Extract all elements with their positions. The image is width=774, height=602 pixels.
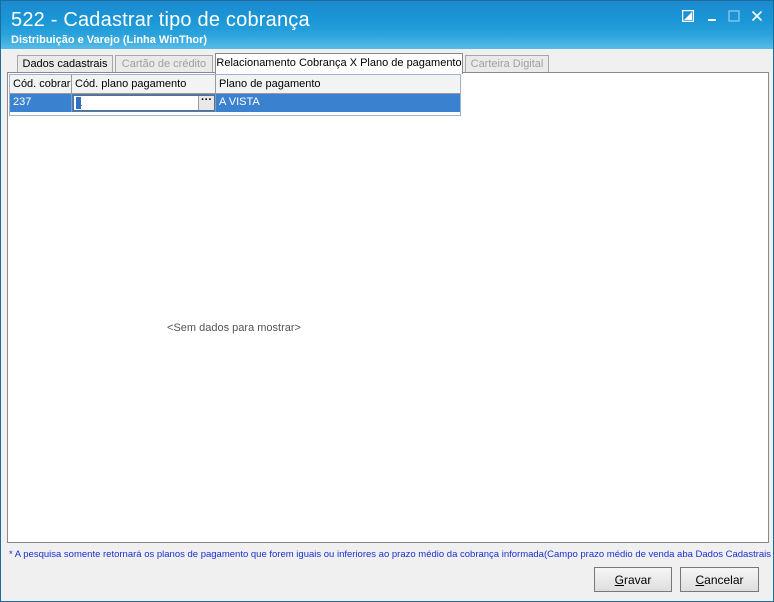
tab-relacionamento[interactable]: Relacionamento Cobrança X Plano de pagam… [215, 53, 463, 74]
close-icon[interactable] [746, 7, 768, 25]
tab-panel: Cód. cobrar Cód. plano pagamento Plano d… [7, 72, 769, 543]
maximize-icon[interactable] [723, 7, 745, 25]
save-button[interactable]: Gravar [594, 567, 672, 592]
column-header-cod-plano[interactable]: Cód. plano pagamento [72, 75, 216, 94]
data-grid[interactable]: Cód. cobrar Cód. plano pagamento Plano d… [9, 74, 461, 116]
cancel-label: ancelar [704, 572, 744, 587]
window-subtitle: Distribuição e Varejo (Linha WinThor) [11, 34, 208, 46]
app-window: 522 - Cadastrar tipo de cobrança Distrib… [0, 0, 774, 602]
lookup-ellipsis-button[interactable]: ··· [198, 95, 214, 110]
tab-label: Relacionamento Cobrança X Plano de pagam… [216, 57, 462, 69]
tab-cartao-credito[interactable]: Cartão de crédito [115, 55, 213, 73]
cancel-hotkey: C [695, 572, 705, 587]
title-bar[interactable]: 522 - Cadastrar tipo de cobrança Distrib… [1, 1, 773, 49]
footnote-text: * A pesquisa somente retornará os planos… [9, 549, 771, 560]
column-header-plano[interactable]: Plano de pagamento [216, 75, 460, 94]
tab-label: Dados cadastrais [22, 58, 108, 70]
save-hotkey: G [614, 572, 624, 587]
cell-plano[interactable]: A VISTA [216, 94, 460, 112]
save-label: ravar [624, 572, 652, 587]
restore-layout-icon[interactable] [677, 7, 699, 25]
tab-label: Cartão de crédito [121, 58, 207, 70]
cancel-button[interactable]: Cancelar [680, 567, 759, 592]
minimize-icon[interactable] [701, 7, 723, 25]
plan-code-editor[interactable]: ··· [73, 95, 215, 111]
tab-dados-cadastrais[interactable]: Dados cadastrais [17, 55, 113, 73]
cell-cod-cobrar[interactable]: 237 [10, 94, 72, 112]
tab-label: Carteira Digital [470, 58, 544, 70]
tab-carteira-digital[interactable]: Carteira Digital [465, 55, 549, 73]
column-header-cod-cobrar[interactable]: Cód. cobrar [10, 75, 72, 94]
text-selection [76, 97, 81, 109]
plan-code-input[interactable] [74, 96, 198, 110]
tab-bar: Dados cadastrais Cartão de crédito Relac… [7, 53, 769, 74]
window-title: 522 - Cadastrar tipo de cobrança [11, 9, 310, 31]
empty-grid-message: <Sem dados para mostrar> [167, 322, 301, 334]
